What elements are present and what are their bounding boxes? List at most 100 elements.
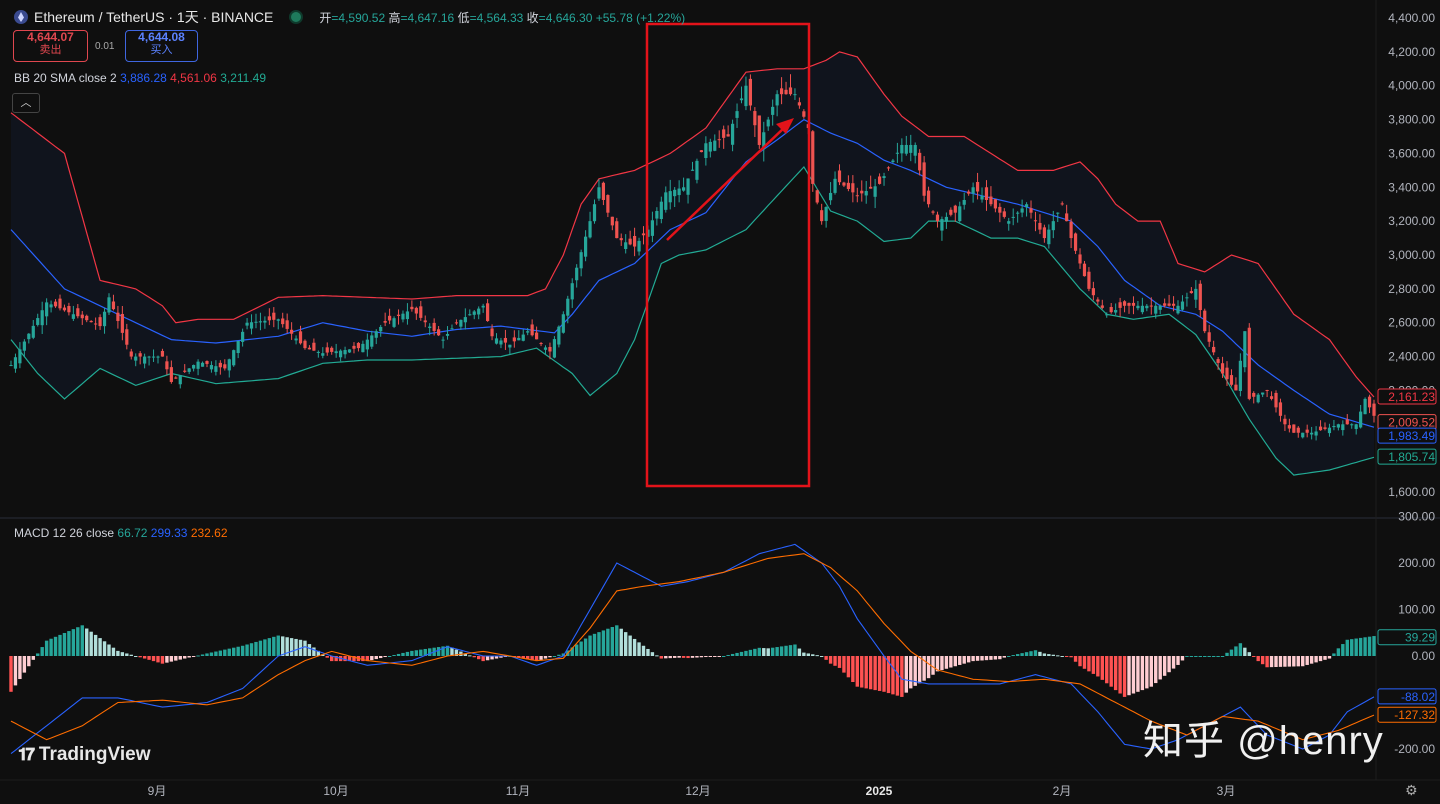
macd-histogram-bar <box>766 648 770 656</box>
candle-body <box>339 350 343 358</box>
macd-histogram-bar <box>178 656 182 660</box>
candle-body <box>624 242 628 249</box>
macd-histogram-bar <box>183 656 187 659</box>
candle-body <box>882 176 886 179</box>
macd-histogram-bar <box>717 656 721 657</box>
price-tick-label: 2,400.00 <box>1388 350 1435 364</box>
candle-body <box>1011 216 1015 218</box>
candle-body <box>926 190 931 205</box>
candle-body <box>1033 220 1038 222</box>
candle-body <box>1256 394 1260 403</box>
candle-body <box>811 131 815 184</box>
macd-histogram-bar <box>1105 656 1109 684</box>
candle-body <box>254 321 258 323</box>
candle-body <box>151 356 156 358</box>
candle-body <box>1265 389 1269 391</box>
candle-body <box>922 162 926 196</box>
macd-histogram-bar <box>1180 656 1185 661</box>
candle-body <box>962 199 966 205</box>
macd-histogram-bar <box>427 648 432 656</box>
candle-body <box>1234 384 1238 391</box>
candle-body <box>13 357 18 369</box>
candle-body <box>1136 305 1140 309</box>
candle-body <box>855 195 859 197</box>
macd-histogram-bar <box>860 656 864 688</box>
macd-histogram-bar <box>405 651 410 656</box>
symbol-title[interactable]: Ethereum / TetherUS · 1天 · BINANCE <box>34 7 273 27</box>
candle-body <box>236 340 240 354</box>
candle-body <box>138 353 142 357</box>
macd-histogram-bar <box>1301 656 1305 667</box>
candle-body <box>1363 398 1367 415</box>
macd-histogram-bar <box>704 656 708 658</box>
candle-body <box>597 187 601 199</box>
candle-body <box>1341 424 1345 431</box>
collapse-chevron-icon[interactable]: ︿ <box>12 93 40 113</box>
candle-body <box>1109 306 1113 313</box>
macd-histogram-bar <box>793 644 797 656</box>
candle-body <box>111 301 116 310</box>
candle-body <box>36 318 40 325</box>
candle-body <box>1163 303 1167 306</box>
candle-body <box>699 150 704 153</box>
candle-body <box>779 88 784 95</box>
macd-histogram-bar <box>1243 647 1247 656</box>
macd-histogram-bar <box>668 656 672 659</box>
macd-legend[interactable]: MACD 12 26 close 66.72 299.33 232.62 <box>14 526 228 540</box>
candle-body <box>815 190 819 203</box>
bb-name: BB 20 SMA close 2 <box>14 71 117 85</box>
tradingview-logo[interactable]: 𝟏𝟕 TradingView <box>18 744 150 766</box>
candle-body <box>802 111 806 117</box>
price-tick-label: 3,600.00 <box>1388 146 1435 160</box>
candle-body <box>895 152 899 154</box>
candle-body <box>860 190 864 194</box>
candle-body <box>891 160 895 163</box>
candle-body <box>864 191 868 196</box>
macd-histogram-bar <box>953 656 958 667</box>
candle-body <box>530 324 534 336</box>
macd-histogram-bar <box>1194 656 1198 657</box>
candle-body <box>583 236 588 257</box>
macd-histogram-bar <box>784 645 788 656</box>
candle-body <box>218 362 222 368</box>
time-tick-label: 10月 <box>323 784 348 798</box>
buy-button[interactable]: 4,644.08 买入 <box>125 30 198 62</box>
bb-lower-value: 3,211.49 <box>220 71 267 85</box>
macd-histogram-bar <box>1056 655 1060 657</box>
candle-body <box>1229 375 1234 385</box>
settings-gear-icon[interactable]: ⚙ <box>1405 782 1418 799</box>
candle-body <box>107 297 111 313</box>
candle-body <box>276 319 280 321</box>
candle-body <box>837 170 842 183</box>
macd-histogram-bar <box>272 636 276 656</box>
macd-histogram-bar <box>1091 656 1096 674</box>
candle-body <box>334 351 338 354</box>
candle-body <box>592 204 597 222</box>
macd-histogram-bar <box>13 656 18 686</box>
candle-body <box>174 377 178 379</box>
candle-body <box>67 305 71 313</box>
macd-histogram-bar <box>695 656 699 658</box>
macd-histogram-bar <box>98 638 102 656</box>
candle-body <box>628 238 632 245</box>
high-value: 4,647.16 <box>407 10 455 25</box>
macd-histogram-bar <box>846 656 851 678</box>
candle-body <box>588 221 592 238</box>
candle-body <box>1283 418 1287 425</box>
candle-body <box>1194 288 1198 300</box>
candle-body <box>539 343 543 345</box>
candle-body <box>1367 396 1372 408</box>
macd-histogram-bar <box>27 656 31 667</box>
chart-canvas[interactable]: 4,400.00 4,200.00 4,000.00 3,800.00 3,600.00… <box>0 0 1440 804</box>
candle-body <box>851 183 855 193</box>
candle-body <box>1332 425 1336 428</box>
macd-histogram-bar <box>1323 656 1327 660</box>
sell-button[interactable]: 4,644.07 卖出 <box>13 30 88 62</box>
ohlc-readout: 开=4,590.52 高=4,647.16 低=4,564.33 收=4,646… <box>319 10 686 25</box>
candle-body <box>94 323 98 325</box>
macd-histogram-bar <box>414 650 419 656</box>
bb-legend[interactable]: BB 20 SMA close 2 3,886.28 4,561.06 3,21… <box>14 71 266 85</box>
candle-body <box>775 94 779 106</box>
candle-body <box>722 129 726 138</box>
candle-body <box>655 210 659 219</box>
